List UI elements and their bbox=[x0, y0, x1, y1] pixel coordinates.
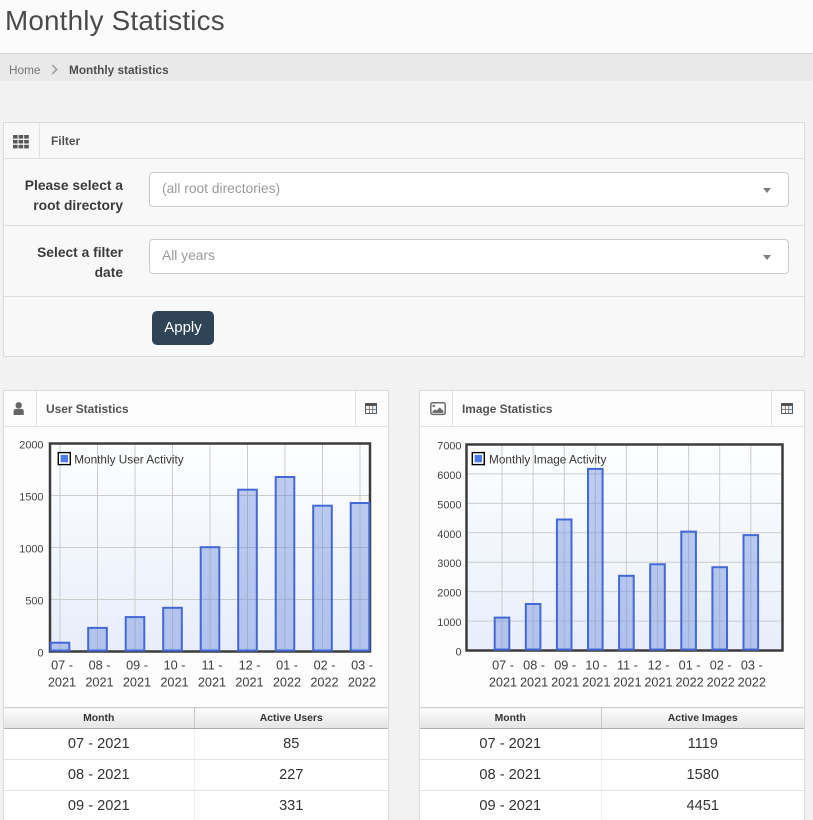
svg-text:Monthly User Activity: Monthly User Activity bbox=[74, 453, 184, 467]
svg-text:2022: 2022 bbox=[310, 675, 338, 689]
svg-text:02 -: 02 - bbox=[710, 659, 732, 673]
svg-text:07 -: 07 - bbox=[51, 659, 73, 673]
svg-text:2021: 2021 bbox=[644, 675, 672, 689]
svg-text:08 -: 08 - bbox=[523, 659, 545, 673]
svg-text:09 -: 09 - bbox=[554, 659, 576, 673]
svg-text:6000: 6000 bbox=[437, 470, 461, 482]
svg-text:11 -: 11 - bbox=[617, 659, 638, 673]
svg-text:2022: 2022 bbox=[675, 675, 703, 689]
svg-text:2021: 2021 bbox=[235, 675, 263, 689]
svg-text:4000: 4000 bbox=[437, 529, 461, 541]
svg-text:2021: 2021 bbox=[489, 675, 517, 689]
svg-text:01 -: 01 - bbox=[679, 659, 701, 673]
svg-text:02 -: 02 - bbox=[314, 659, 336, 673]
svg-text:0: 0 bbox=[455, 647, 461, 659]
svg-text:7000: 7000 bbox=[437, 441, 461, 453]
svg-text:2021: 2021 bbox=[551, 675, 579, 689]
svg-text:2022: 2022 bbox=[273, 675, 301, 689]
svg-text:2021: 2021 bbox=[613, 675, 641, 689]
svg-text:Monthly Image Activity: Monthly Image Activity bbox=[489, 453, 606, 467]
svg-text:2021: 2021 bbox=[85, 675, 113, 689]
svg-text:10 -: 10 - bbox=[585, 659, 607, 673]
svg-text:08 -: 08 - bbox=[89, 659, 111, 673]
svg-text:10 -: 10 - bbox=[164, 659, 186, 673]
svg-text:0: 0 bbox=[37, 648, 43, 660]
svg-text:2022: 2022 bbox=[348, 675, 376, 689]
svg-text:12 -: 12 - bbox=[648, 659, 670, 673]
svg-text:2000: 2000 bbox=[19, 440, 43, 452]
svg-text:2022: 2022 bbox=[707, 675, 735, 689]
svg-text:09 -: 09 - bbox=[126, 659, 148, 673]
svg-text:1000: 1000 bbox=[437, 617, 461, 629]
svg-text:2021: 2021 bbox=[160, 675, 188, 689]
svg-text:2021: 2021 bbox=[48, 675, 76, 689]
svg-text:2021: 2021 bbox=[520, 675, 548, 689]
svg-text:2000: 2000 bbox=[437, 588, 461, 600]
svg-text:3000: 3000 bbox=[437, 558, 461, 570]
svg-text:12 -: 12 - bbox=[239, 659, 261, 673]
svg-text:03 -: 03 - bbox=[741, 659, 763, 673]
svg-text:1000: 1000 bbox=[19, 544, 43, 556]
svg-text:2021: 2021 bbox=[582, 675, 610, 689]
svg-text:07 -: 07 - bbox=[492, 659, 514, 673]
svg-text:11 -: 11 - bbox=[202, 659, 223, 673]
svg-text:1500: 1500 bbox=[19, 492, 43, 504]
svg-text:2021: 2021 bbox=[198, 675, 226, 689]
svg-text:01 -: 01 - bbox=[276, 659, 298, 673]
svg-text:03 -: 03 - bbox=[351, 659, 373, 673]
svg-text:500: 500 bbox=[25, 596, 43, 608]
svg-text:2022: 2022 bbox=[738, 675, 766, 689]
svg-text:5000: 5000 bbox=[437, 499, 461, 511]
svg-text:2021: 2021 bbox=[123, 675, 151, 689]
